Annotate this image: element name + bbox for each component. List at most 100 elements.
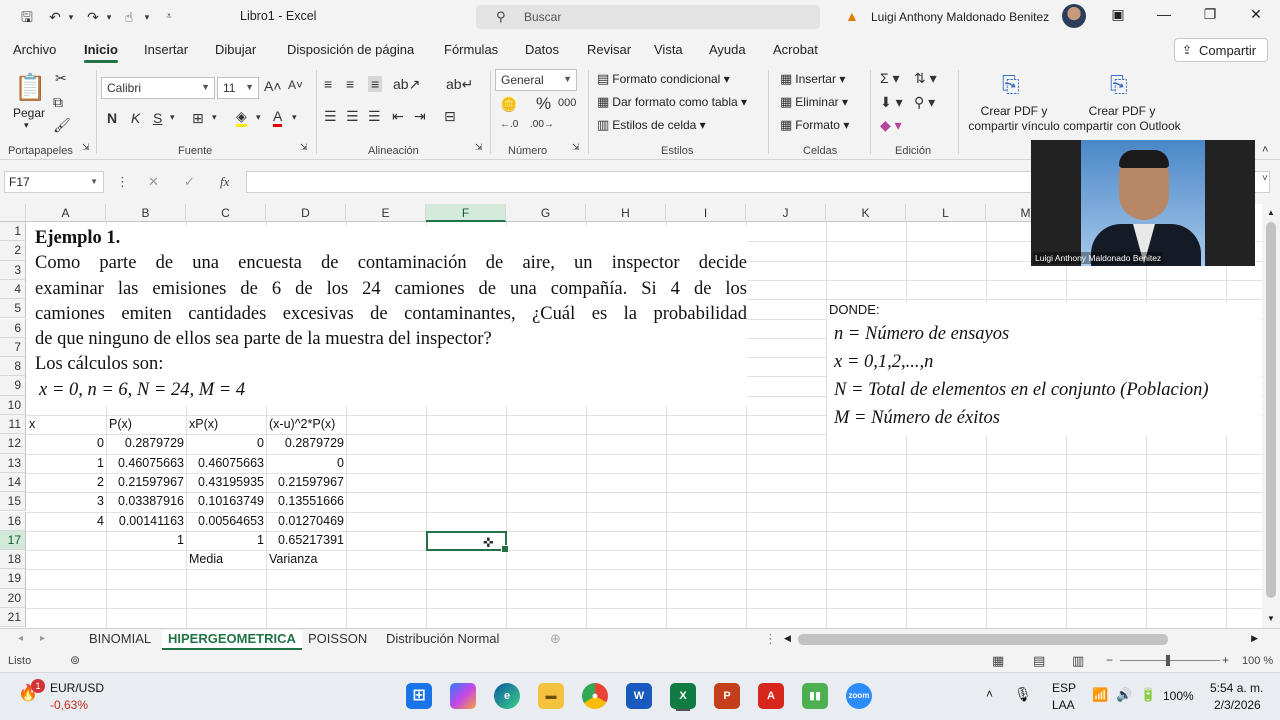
sum-probability-cell[interactable]: 1	[106, 531, 184, 550]
clear-icon[interactable]: ◆ ▾	[880, 117, 902, 134]
language-code[interactable]: ESP	[1052, 681, 1076, 695]
zoom-in-icon[interactable]: +	[1222, 653, 1229, 667]
redo-dropdown-icon[interactable]: ▾	[100, 8, 118, 26]
windows-start-icon[interactable]: ⊞	[406, 683, 432, 709]
table-cell[interactable]: 0.10163749	[186, 492, 264, 511]
row-header[interactable]: 6	[0, 318, 26, 338]
enter-icon[interactable]: ✓	[184, 174, 195, 190]
column-header[interactable]: C	[186, 204, 266, 222]
word-icon[interactable]: W	[626, 683, 652, 709]
zoom-slider-thumb[interactable]	[1166, 655, 1170, 666]
underline-button[interactable]: S	[153, 110, 162, 126]
table-cell[interactable]: 0.21597967	[106, 473, 184, 492]
row-header[interactable]: 20	[0, 588, 26, 608]
ticker-name[interactable]: EUR/USD	[50, 681, 104, 695]
select-all-corner[interactable]	[0, 204, 26, 222]
percent-style-button[interactable]: %	[536, 94, 551, 114]
column-header[interactable]: G	[506, 204, 586, 222]
cut-icon[interactable]: ✂	[55, 70, 67, 87]
row-header[interactable]: 19	[0, 569, 26, 589]
align-middle-icon[interactable]: ≡	[346, 76, 354, 92]
column-header[interactable]: L	[906, 204, 986, 222]
table-header[interactable]: x	[29, 415, 35, 434]
row-header[interactable]: 8	[0, 357, 26, 377]
ticker-change[interactable]: -0,63%	[50, 698, 88, 712]
column-header[interactable]: I	[666, 204, 746, 222]
customize-qat-icon[interactable]: ⩡	[160, 8, 178, 26]
shrink-font-icon[interactable]: A˅	[288, 78, 303, 92]
page-break-icon[interactable]: ▥	[1072, 653, 1084, 669]
row-header[interactable]: 7	[0, 337, 26, 358]
sort-filter-icon[interactable]: ⇅ ▾	[914, 70, 937, 87]
tab-formulas[interactable]: Fórmulas	[444, 42, 498, 57]
align-center-icon[interactable]: ☰	[346, 108, 359, 125]
borders-icon[interactable]: ⊞	[192, 110, 204, 127]
underline-dropdown-icon[interactable]: ▾	[170, 112, 175, 123]
conditional-format-button[interactable]: ▤ Formato condicional ▾	[597, 71, 730, 87]
file-explorer-icon[interactable]: ▬	[538, 683, 564, 709]
tab-insertar[interactable]: Insertar	[144, 42, 188, 57]
row-header[interactable]: 13	[0, 453, 26, 473]
page-layout-icon[interactable]: ▤	[1033, 653, 1045, 669]
orientation-icon[interactable]: ab↗	[393, 76, 420, 93]
format-cells-button[interactable]: ▦ Formato ▾	[780, 117, 849, 133]
tab-archivo[interactable]: Archivo	[13, 42, 56, 57]
format-as-table-button[interactable]: ▦ Dar formato como tabla ▾	[597, 94, 747, 110]
italic-button[interactable]: K	[131, 110, 140, 126]
column-header-selected[interactable]: F	[426, 204, 506, 222]
user-name[interactable]: Luigi Anthony Maldonado Benitez	[871, 10, 1049, 24]
accounting-format-icon[interactable]: 🪙	[500, 96, 517, 113]
align-top-icon[interactable]: ≡	[324, 76, 332, 92]
autosum-icon[interactable]: Σ ▾	[880, 70, 900, 87]
avatar[interactable]	[1062, 4, 1086, 28]
row-header[interactable]: 3	[0, 260, 26, 280]
close-icon[interactable]: ✕	[1244, 6, 1268, 26]
create-pdf-link-button[interactable]: Crear PDF y compartir vínculo	[966, 104, 1062, 134]
excel-icon[interactable]: X	[670, 683, 696, 709]
bold-button[interactable]: N	[107, 110, 117, 126]
number-launcher-icon[interactable]: ⇲	[572, 142, 580, 153]
scroll-left-icon[interactable]: ◀	[784, 633, 791, 644]
row-header[interactable]: 14	[0, 472, 26, 493]
more-options-icon[interactable]: ⋮	[116, 174, 129, 190]
pdf-link-icon[interactable]: ⎘	[1002, 72, 1020, 98]
borders-dropdown-icon[interactable]: ▾	[212, 112, 217, 123]
row-header[interactable]: 18	[0, 550, 26, 570]
next-sheet-icon[interactable]: ▸	[34, 630, 51, 650]
font-launcher-icon[interactable]: ⇲	[300, 142, 308, 153]
name-box[interactable]: F17 ▼	[4, 171, 104, 193]
table-header[interactable]: (x-u)^2*P(x)	[269, 415, 335, 434]
ribbon-display-icon[interactable]: ▣	[1106, 6, 1130, 26]
row-header[interactable]: 16	[0, 511, 26, 531]
search-box[interactable]: ⚲ Buscar	[476, 5, 820, 29]
zoom-slider-track[interactable]	[1120, 660, 1220, 661]
tab-dibujar[interactable]: Dibujar	[215, 42, 256, 57]
table-cell[interactable]: 0.03387916	[106, 492, 184, 511]
warning-icon[interactable]: ▲	[845, 8, 859, 24]
row-header[interactable]: 11	[0, 415, 26, 435]
tab-inicio[interactable]: Inicio	[84, 42, 118, 63]
sheet-tab-normal[interactable]: Distribución Normal	[380, 630, 505, 650]
microphone-icon[interactable]: 🎙	[1014, 686, 1032, 703]
fill-icon[interactable]: ⬇ ▾	[880, 94, 903, 111]
table-cell[interactable]: 0.46075663	[106, 454, 184, 473]
share-button[interactable]: ⇪ Compartir	[1174, 38, 1268, 62]
tab-acrobat[interactable]: Acrobat	[773, 42, 818, 57]
table-cell[interactable]: 0.00141163	[106, 512, 184, 531]
table-header[interactable]: xP(x)	[189, 415, 218, 434]
clock-time[interactable]: 5:54 a. m.	[1210, 681, 1263, 695]
font-size-select[interactable]: 11 ▼	[217, 77, 259, 99]
create-pdf-outlook-button[interactable]: Crear PDF y compartir con Outlook	[1062, 104, 1182, 134]
scroll-down-icon[interactable]: ▼	[1267, 614, 1275, 623]
variance-cell[interactable]: 0.65217391	[266, 531, 344, 550]
table-cell[interactable]: 0.2879729	[266, 434, 344, 453]
fill-color-dropdown-icon[interactable]: ▾	[256, 112, 261, 123]
mean-label[interactable]: Media	[189, 550, 223, 569]
powerpoint-icon[interactable]: P	[714, 683, 740, 709]
row-header[interactable]: 10	[0, 395, 26, 415]
volume-icon[interactable]: 🔊	[1116, 687, 1132, 703]
tab-vista[interactable]: Vista	[654, 42, 683, 57]
fill-color-icon[interactable]: ◈	[236, 108, 247, 127]
more-options-icon[interactable]: ⋮	[758, 630, 783, 650]
row-header[interactable]: 5	[0, 299, 26, 319]
